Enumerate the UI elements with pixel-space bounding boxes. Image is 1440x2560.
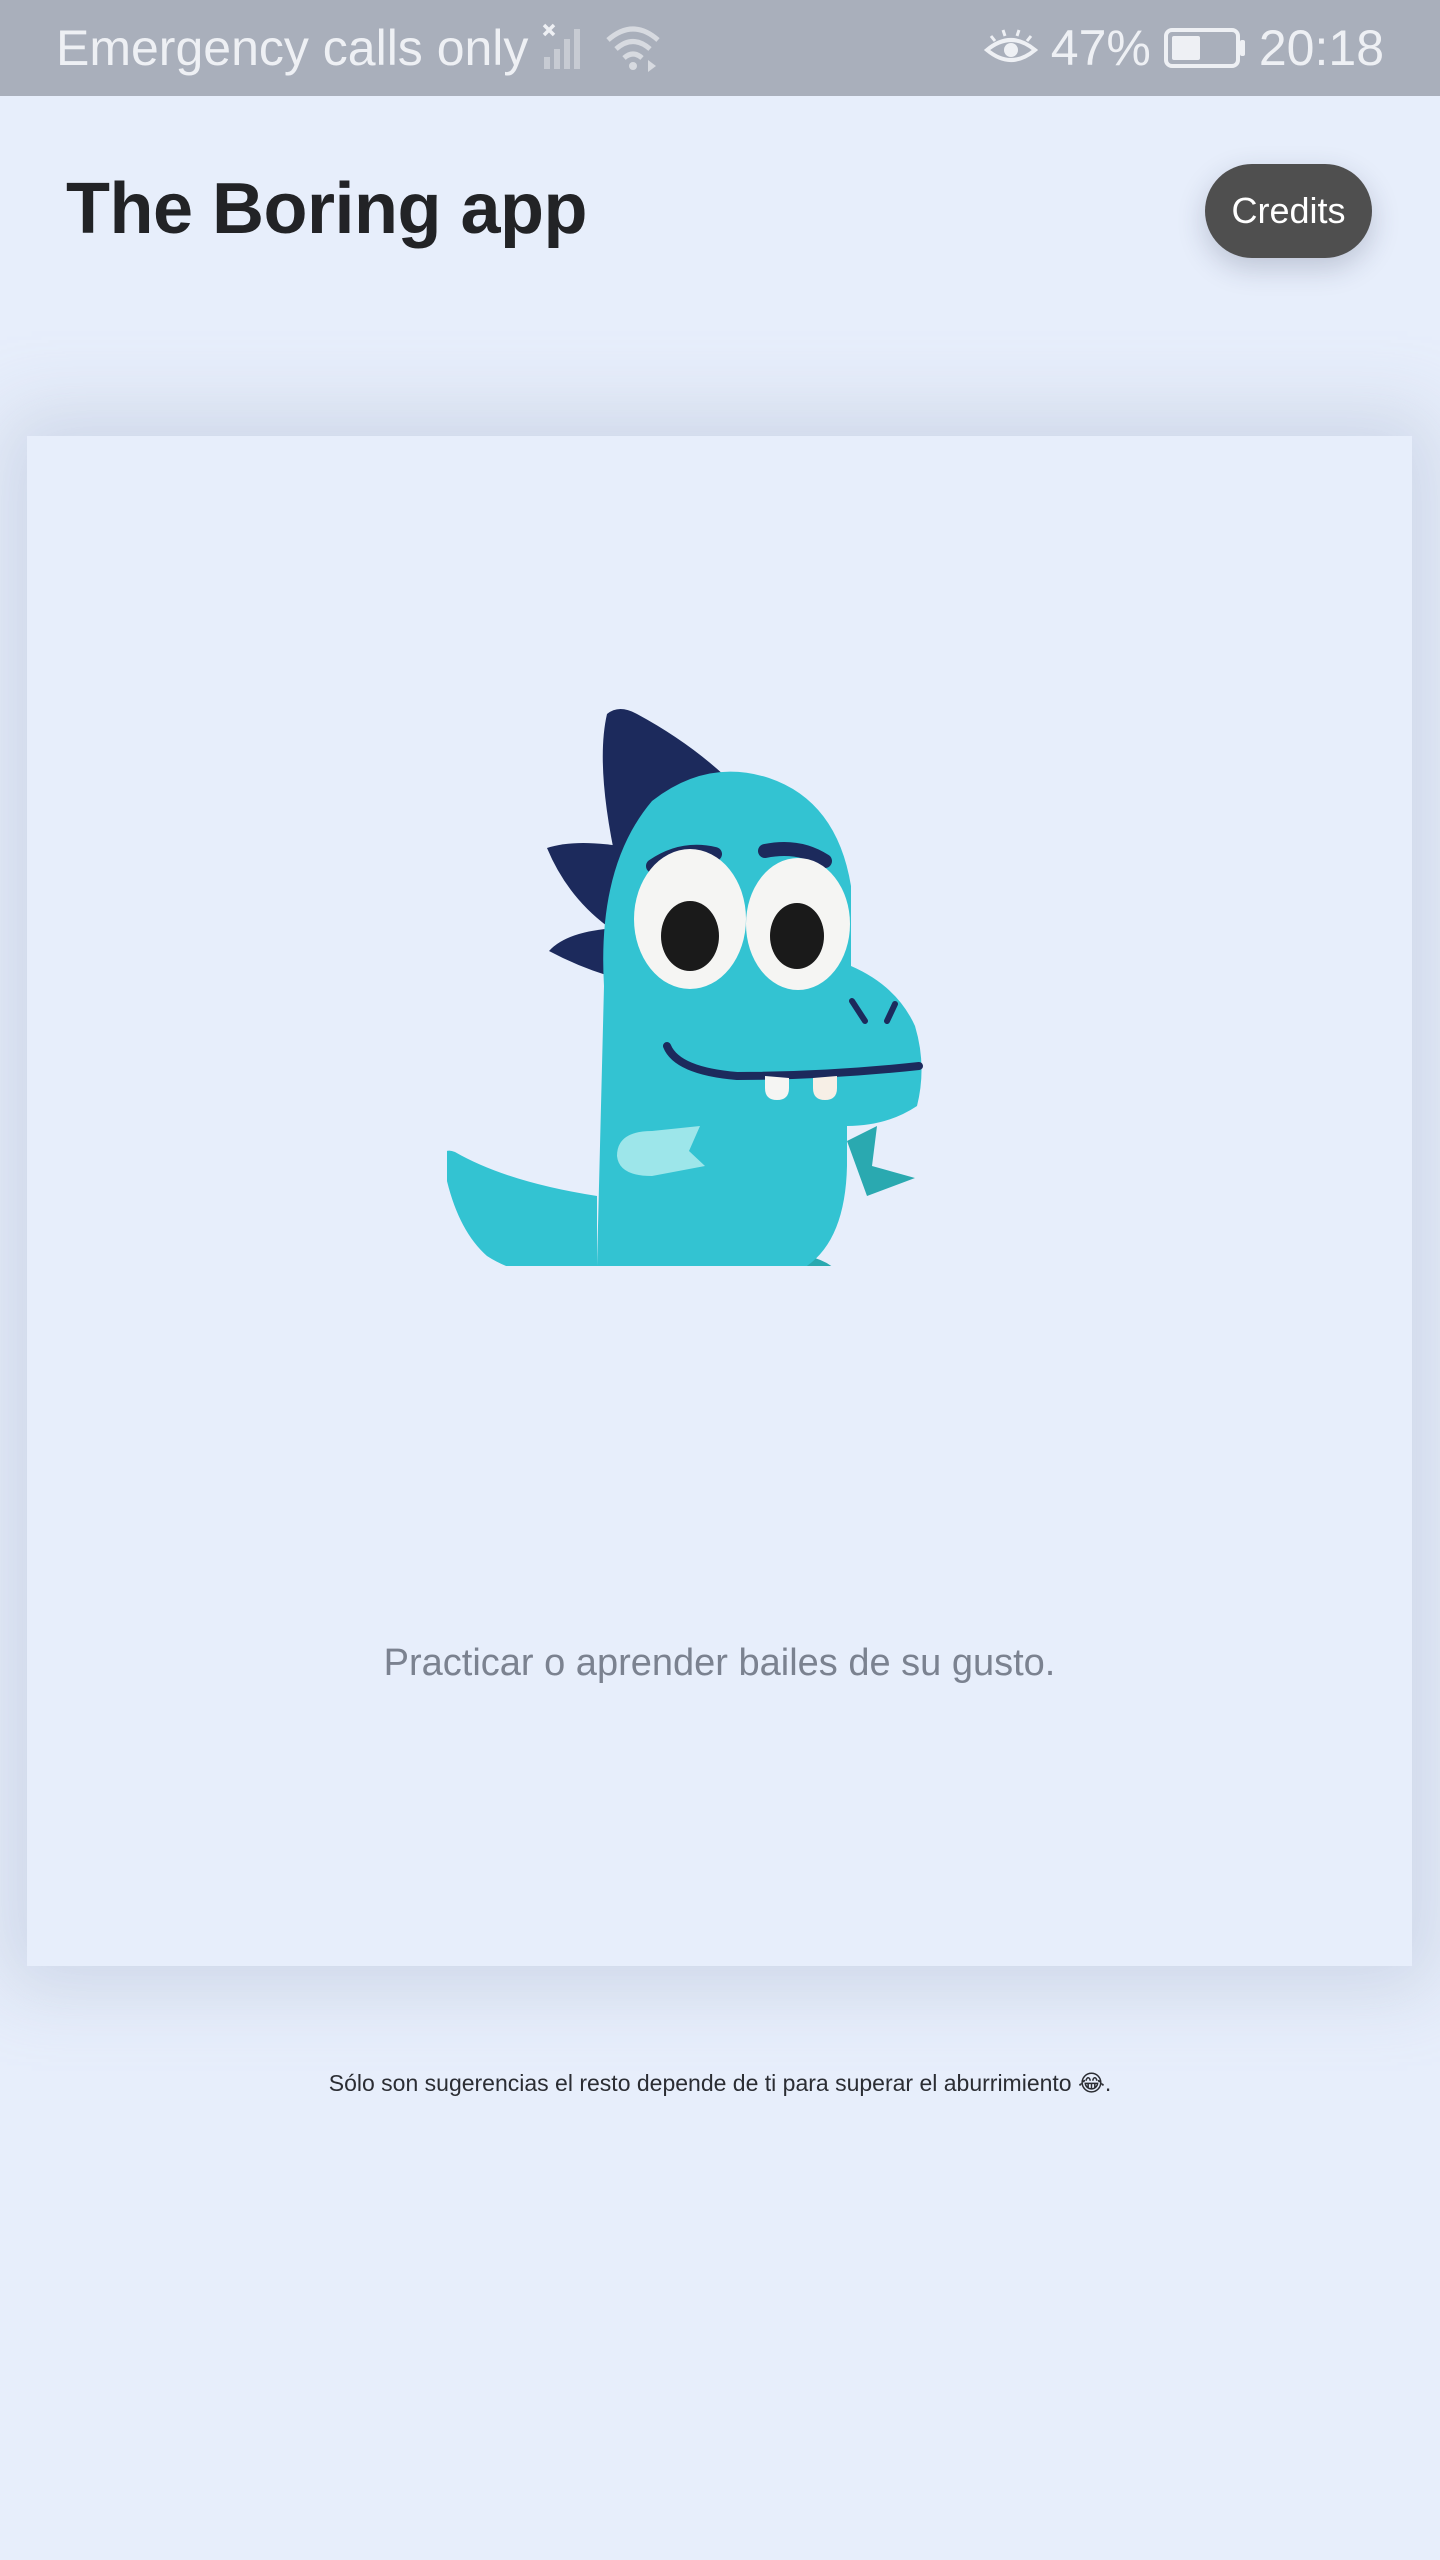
app-title: The Boring app: [66, 169, 587, 249]
activity-suggestion: Practicar o aprender bailes de su gusto.: [383, 1642, 1056, 1684]
signal-off-icon: [540, 23, 592, 73]
status-right: 47% 20:18: [983, 19, 1384, 77]
credits-button[interactable]: Credits: [1205, 164, 1372, 258]
dino-back-arm: [847, 1126, 915, 1196]
dino-tooth-left: [765, 1076, 789, 1100]
activity-card[interactable]: Practicar o aprender bailes de su gusto.: [27, 436, 1412, 1966]
battery-percent: 47%: [1050, 20, 1151, 76]
wifi-icon: [604, 24, 662, 72]
footer-note: Sólo son sugerencias el resto depende de…: [328, 2070, 1112, 2096]
dino-tooth-right: [813, 1076, 837, 1100]
status-bar: Emergency calls only 47% 20:18: [0, 0, 1440, 96]
dino-tail: [447, 1150, 597, 1266]
eye-comfort-icon: [983, 26, 1039, 70]
carrier-text: Emergency calls only: [56, 20, 529, 76]
status-left: Emergency calls only: [56, 19, 662, 77]
dino-left-pupil: [661, 901, 719, 971]
clock: 20:18: [1258, 20, 1384, 76]
dino-right-pupil: [770, 903, 824, 969]
battery-icon: [1163, 27, 1247, 69]
dinosaur-illustration: [447, 709, 923, 1266]
